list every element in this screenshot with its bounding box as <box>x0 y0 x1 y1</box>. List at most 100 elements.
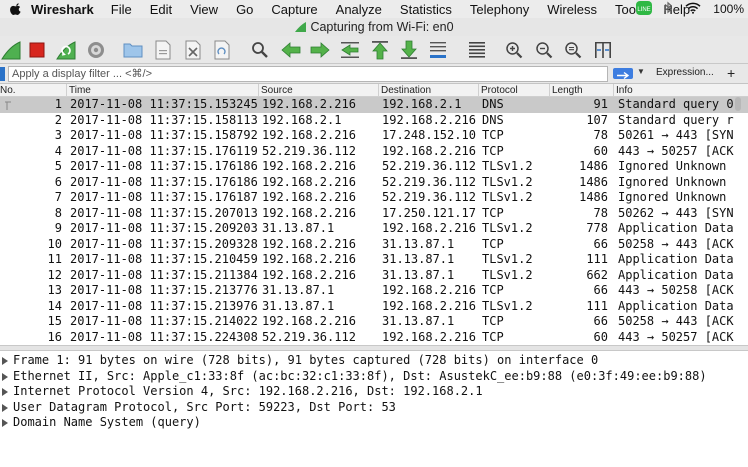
packet-details-pane[interactable]: Frame 1: 91 bytes on wire (728 bits), 91… <box>0 351 748 467</box>
detail-tree-item[interactable]: Domain Name System (query) <box>0 415 748 431</box>
menu-statistics[interactable]: Statistics <box>400 2 452 17</box>
zoom-in-icon[interactable] <box>503 39 525 61</box>
packet-info: Application Data <box>618 252 734 266</box>
packet-row[interactable]: 14 2017-11-08 11:37:15.213976 31.13.87.1… <box>0 299 748 315</box>
packet-list-scrollbar[interactable] <box>735 97 741 111</box>
packet-info: 443 → 50257 [ACK <box>618 329 734 344</box>
packet-info: 50261 → 443 [SYN <box>618 128 734 142</box>
detail-text: Ethernet II, Src: Apple_c1:33:8f (ac:bc:… <box>13 368 707 383</box>
line-app-icon[interactable]: LINE <box>636 0 653 18</box>
battery-percentage[interactable]: 100% <box>713 2 744 16</box>
wifi-icon[interactable] <box>685 2 701 17</box>
packet-row[interactable]: 12 2017-11-08 11:37:15.211384 192.168.2.… <box>0 268 748 284</box>
packet-length: 1486 <box>579 174 608 189</box>
open-file-icon[interactable] <box>122 39 144 61</box>
packet-row[interactable]: 11 2017-11-08 11:37:15.210459 192.168.2.… <box>0 252 748 268</box>
window-title: Capturing from Wi-Fi: en0 <box>310 20 454 34</box>
window-title-bar: Capturing from Wi-Fi: en0 <box>0 18 748 36</box>
expand-arrow-icon[interactable] <box>2 403 8 412</box>
autoscroll-icon[interactable] <box>427 39 449 61</box>
go-last-icon[interactable] <box>398 39 420 61</box>
packet-info: Application Data <box>618 221 734 235</box>
packet-length: 66 <box>593 283 608 297</box>
packet-list-header: No. Time Source Destination Protocol Len… <box>0 84 748 97</box>
packet-row[interactable]: 1 2017-11-08 11:37:15.153245 192.168.2.2… <box>0 97 748 113</box>
menu-app-name[interactable]: Wireshark <box>31 2 94 17</box>
display-filter-input[interactable] <box>8 66 608 82</box>
packet-length: 107 <box>586 112 608 127</box>
column-header-source[interactable]: Source <box>258 84 293 97</box>
column-header-destination[interactable]: Destination <box>378 84 431 97</box>
packet-row[interactable]: 9 2017-11-08 11:37:15.209203 31.13.87.1 … <box>0 221 748 237</box>
menu-bar: Wireshark File Edit View Go Capture Anal… <box>0 0 748 18</box>
packet-info: Application Data <box>618 267 734 282</box>
packet-length: 66 <box>593 314 608 328</box>
packet-row[interactable]: 3 2017-11-08 11:37:15.158792 192.168.2.2… <box>0 128 748 144</box>
packet-row[interactable]: 10 2017-11-08 11:37:15.209328 192.168.2.… <box>0 237 748 253</box>
detail-tree-item[interactable]: Ethernet II, Src: Apple_c1:33:8f (ac:bc:… <box>0 369 748 385</box>
packet-list[interactable]: 1 2017-11-08 11:37:15.153245 192.168.2.2… <box>0 97 748 345</box>
close-file-icon[interactable] <box>182 39 204 61</box>
go-to-packet-icon[interactable] <box>339 39 361 61</box>
packet-row[interactable]: 15 2017-11-08 11:37:15.214022 192.168.2.… <box>0 314 748 330</box>
packet-length: 1486 <box>579 190 608 204</box>
zoom-out-icon[interactable] <box>533 39 555 61</box>
add-filter-button[interactable]: + <box>727 65 735 81</box>
menu-go[interactable]: Go <box>236 2 253 17</box>
packet-info: Standard query r <box>618 112 734 127</box>
detail-tree-item[interactable]: Internet Protocol Version 4, Src: 192.16… <box>0 384 748 400</box>
expand-arrow-icon[interactable] <box>2 357 8 365</box>
resize-columns-icon[interactable] <box>592 39 614 61</box>
packet-row[interactable]: 5 2017-11-08 11:37:15.176186 192.168.2.2… <box>0 159 748 175</box>
packet-length: 60 <box>593 143 608 158</box>
detail-tree-item[interactable]: Frame 1: 91 bytes on wire (728 bits), 91… <box>0 353 748 369</box>
apple-menu-icon[interactable] <box>9 2 23 16</box>
capture-options-icon[interactable] <box>85 39 107 61</box>
stop-capture-icon[interactable] <box>26 39 48 61</box>
packet-info: 443 → 50258 [ACK <box>618 283 734 297</box>
menu-edit[interactable]: Edit <box>150 2 172 17</box>
menu-telephony[interactable]: Telephony <box>470 2 529 17</box>
column-header-length[interactable]: Length <box>549 84 583 97</box>
restart-capture-icon[interactable] <box>55 39 77 61</box>
packet-row[interactable]: 6 2017-11-08 11:37:15.176186 192.168.2.2… <box>0 175 748 191</box>
go-forward-icon[interactable] <box>309 39 331 61</box>
save-file-icon[interactable] <box>152 39 174 61</box>
packet-row[interactable]: 16 2017-11-08 11:37:15.224308 52.219.36.… <box>0 330 748 346</box>
column-header-no[interactable]: No. <box>0 84 16 97</box>
packet-length: 1486 <box>579 159 608 173</box>
reload-file-icon[interactable] <box>211 39 233 61</box>
menu-view[interactable]: View <box>190 2 218 17</box>
colorize-icon[interactable] <box>466 39 488 61</box>
detail-tree-item[interactable]: User Datagram Protocol, Src Port: 59223,… <box>0 400 748 416</box>
go-back-icon[interactable] <box>280 39 302 61</box>
find-packet-icon[interactable] <box>249 39 271 61</box>
bluetooth-icon[interactable] <box>664 1 673 17</box>
filter-bookmark-icon[interactable] <box>0 67 5 81</box>
expand-arrow-icon[interactable] <box>2 419 8 427</box>
expression-button[interactable]: Expression... <box>656 67 714 78</box>
menu-file[interactable]: File <box>111 2 132 17</box>
packet-info: Standard query 0 <box>618 97 734 111</box>
packet-row[interactable]: 8 2017-11-08 11:37:15.207013 192.168.2.2… <box>0 206 748 222</box>
apply-filter-arrow-icon[interactable] <box>613 68 633 80</box>
packet-row[interactable]: 7 2017-11-08 11:37:15.176187 192.168.2.2… <box>0 190 748 206</box>
column-header-time[interactable]: Time <box>66 84 91 97</box>
menu-wireless[interactable]: Wireless <box>547 2 597 17</box>
menu-analyze[interactable]: Analyze <box>336 2 382 17</box>
packet-info: 50258 → 443 [ACK <box>618 236 734 251</box>
menu-capture[interactable]: Capture <box>271 2 317 17</box>
expand-arrow-icon[interactable] <box>2 372 8 381</box>
column-header-protocol[interactable]: Protocol <box>478 84 518 97</box>
svg-text:LINE: LINE <box>638 7 651 13</box>
shark-fin-start-icon[interactable] <box>0 39 22 61</box>
packet-row[interactable]: 2 2017-11-08 11:37:15.158113 192.168.2.1… <box>0 113 748 129</box>
packet-row[interactable]: 13 2017-11-08 11:37:15.213776 31.13.87.1… <box>0 283 748 299</box>
zoom-normal-icon[interactable] <box>562 39 584 61</box>
packet-length: 662 <box>586 267 608 282</box>
packet-row[interactable]: 4 2017-11-08 11:37:15.176119 52.219.36.1… <box>0 144 748 160</box>
expand-arrow-icon[interactable] <box>2 388 8 396</box>
column-header-info[interactable]: Info <box>613 84 633 97</box>
filter-history-dropdown-icon[interactable]: ▼ <box>637 67 645 76</box>
go-first-icon[interactable] <box>369 39 391 61</box>
